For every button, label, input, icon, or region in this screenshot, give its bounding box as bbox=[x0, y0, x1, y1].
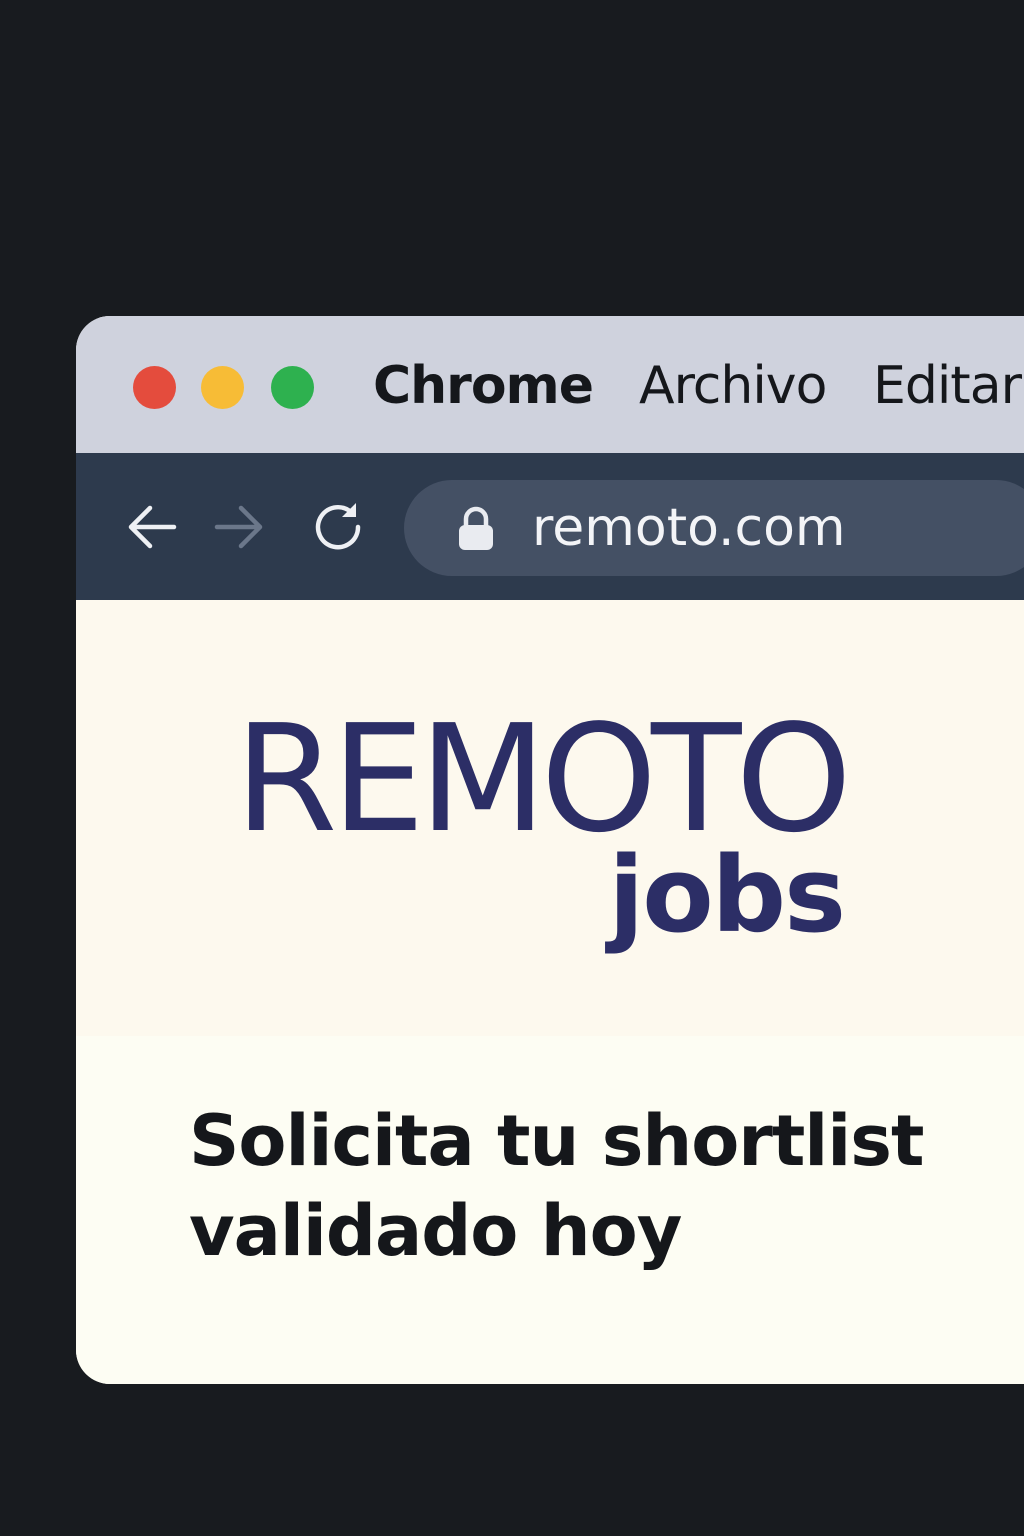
url-text: remoto.com bbox=[532, 498, 846, 558]
reload-icon bbox=[315, 503, 361, 550]
arrow-left-icon bbox=[128, 505, 177, 549]
close-window-button[interactable] bbox=[133, 366, 176, 409]
browser-window: Chrome Archivo Editar remoto.com REMOTO … bbox=[76, 316, 1024, 1384]
reload-button[interactable] bbox=[308, 497, 368, 557]
back-button[interactable] bbox=[122, 497, 182, 557]
menu-app-chrome[interactable]: Chrome bbox=[373, 356, 594, 416]
logo-subtitle: jobs bbox=[608, 834, 846, 956]
browser-toolbar: remoto.com bbox=[76, 453, 1024, 600]
logo-wordmark: REMOTO bbox=[234, 693, 852, 865]
menu-editar[interactable]: Editar bbox=[873, 356, 1022, 416]
address-bar[interactable]: remoto.com bbox=[404, 480, 1024, 576]
minimize-window-button[interactable] bbox=[201, 366, 244, 409]
hero-section: REMOTO jobs bbox=[76, 600, 1024, 1036]
menu-bar: Chrome Archivo Editar bbox=[76, 316, 1024, 453]
arrow-right-icon bbox=[214, 505, 263, 549]
maximize-window-button[interactable] bbox=[271, 366, 314, 409]
heading-line-1: Solicita tu shortlist bbox=[189, 1100, 924, 1182]
content-section: Solicita tu shortlist validado hoy bbox=[76, 1036, 1024, 1384]
page-heading: Solicita tu shortlist validado hoy bbox=[189, 1096, 949, 1276]
lock-icon bbox=[459, 506, 493, 550]
heading-line-2: validado hoy bbox=[189, 1190, 682, 1272]
forward-button[interactable] bbox=[209, 497, 269, 557]
menu-archivo[interactable]: Archivo bbox=[639, 356, 827, 416]
